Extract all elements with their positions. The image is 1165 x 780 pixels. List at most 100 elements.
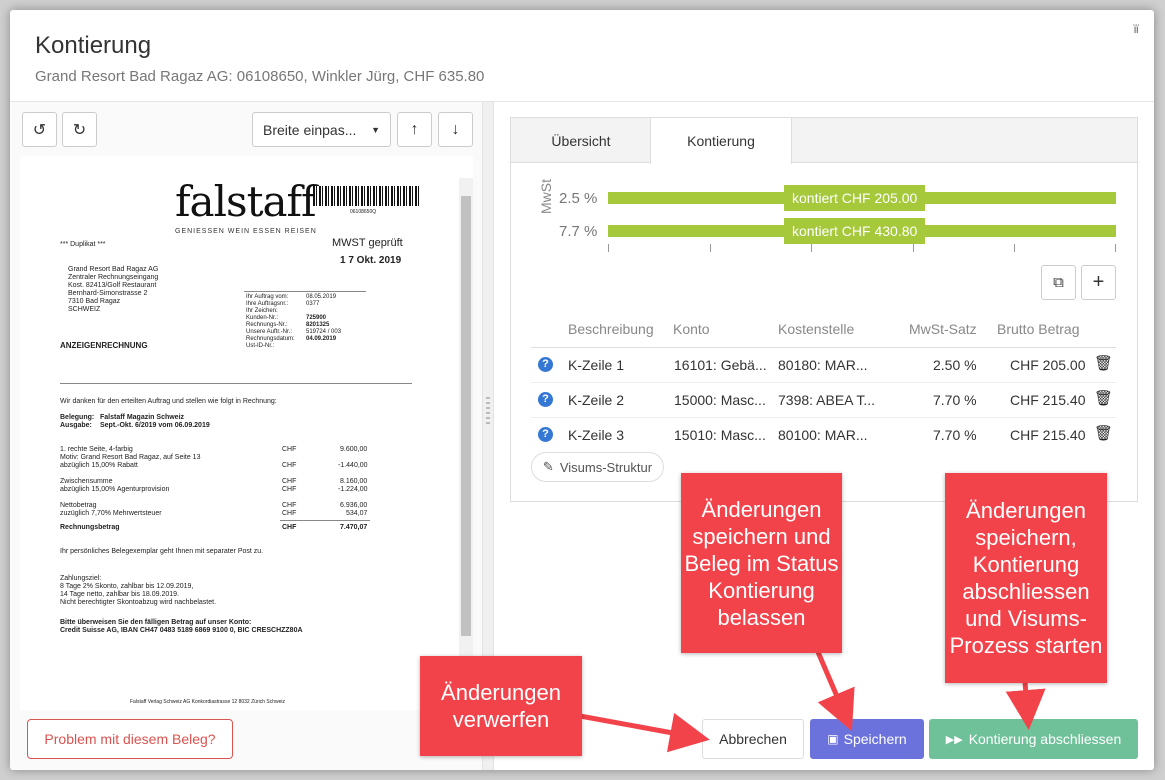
rotate-right-button[interactable]: ↻ — [62, 112, 97, 147]
meta-label: Rechnungs-Nr.: — [246, 322, 288, 328]
axis-tick — [1014, 244, 1015, 252]
page-title: Kontierung — [35, 32, 152, 59]
mwst-bar-label: kontiert CHF 205.00 — [784, 185, 926, 211]
tab-kontierung[interactable]: Kontierung — [650, 118, 792, 164]
question-icon[interactable]: ? — [538, 357, 553, 372]
add-line-button[interactable]: + — [1081, 265, 1116, 300]
thanks-text: Wir danken für den erteilten Auftrag und… — [60, 398, 277, 405]
logo-tagline: GENIESSEN WEIN ESSEN REISEN — [175, 228, 317, 235]
ausgabe-label: Ausgabe: — [60, 422, 92, 429]
item-line: 1. rechte Seite, 4-farbig — [60, 446, 133, 453]
barcode — [313, 186, 420, 206]
cell-konto[interactable]: 16101: Gebä... — [674, 357, 767, 373]
meta-value: 04.09.2019 — [306, 336, 337, 342]
col-beschreibung: Beschreibung — [568, 321, 654, 337]
question-icon[interactable]: ? — [538, 392, 553, 407]
table-row[interactable]: ? K-Zeile 1 16101: Gebä... 80180: MAR...… — [531, 348, 1116, 383]
currency: CHF — [282, 446, 297, 453]
meta-label: Ihre Auftragsnr.: — [246, 301, 289, 307]
stamp-date: 1 7 Okt. 2019 — [340, 255, 402, 266]
document-scrollbar[interactable] — [459, 178, 473, 710]
meta-label: Rechnungsdatum: — [246, 336, 295, 342]
kontierung-panel: Übersicht Kontierung MwSt 2.5 % 7.7 % ko… — [510, 117, 1138, 502]
currency: CHF — [282, 524, 297, 531]
ausgabe-value: Sept.-Okt. 6/2019 vom 06.09.2019 — [100, 422, 210, 429]
cancel-button[interactable]: Abbrechen — [702, 719, 804, 759]
meta-value: 0377 — [306, 301, 320, 307]
cell-desc: K-Zeile 1 — [568, 357, 625, 373]
mwst-bar-label: kontiert CHF 430.80 — [784, 218, 926, 244]
rotate-left-button[interactable]: ↺ — [22, 112, 57, 147]
cell-konto[interactable]: 15010: Masc... — [674, 427, 766, 443]
trash-icon[interactable]: 🗑 — [1094, 424, 1113, 442]
currency: CHF — [282, 462, 297, 469]
cell-kst[interactable]: 7398: ABEA T... — [778, 392, 875, 408]
address-line: 7310 Bad Ragaz — [68, 298, 121, 305]
currency: CHF — [282, 478, 297, 485]
item-line: Motiv: Grand Resort Bad Ragaz, auf Seite… — [60, 454, 201, 461]
cell-mwst: 7.70 % — [933, 392, 977, 408]
total-amount: 7.470,07 — [340, 524, 368, 531]
meta-label: Ihr Auftrag vom: — [246, 294, 289, 300]
payment-terms: Zahlungsziel: — [60, 575, 102, 582]
finish-kontierung-button[interactable]: ▶▶ Kontierung abschliessen — [929, 719, 1138, 759]
table-row[interactable]: ? K-Zeile 2 15000: Masc... 7398: ABEA T.… — [531, 383, 1116, 418]
address-line: Bernhard-Simonstrasse 2 — [68, 290, 148, 297]
item-line: abzüglich 15,00% Rabatt — [60, 462, 138, 469]
tab-uebersicht[interactable]: Übersicht — [511, 118, 651, 163]
trash-icon[interactable]: 🗑 — [1094, 389, 1113, 407]
col-mwst-satz: MwSt-Satz — [909, 321, 977, 337]
zoom-select[interactable]: Breite einpas... ▼ — [252, 112, 391, 147]
net-label: Nettobetrag — [60, 502, 97, 509]
cell-kst[interactable]: 80100: MAR... — [778, 427, 868, 443]
belegung-label: Belegung: — [60, 414, 95, 421]
edit-icon: ✎ — [542, 459, 554, 474]
axis-tick — [811, 244, 812, 252]
callout-finish: Änderungen speichern, Kontierung abschli… — [945, 473, 1107, 683]
cell-brutto: CHF 205.00 — [1010, 357, 1086, 373]
visum-structure-button[interactable]: ✎ Visums-Struktur — [531, 452, 664, 482]
amount: -1.224,00 — [338, 486, 368, 493]
save-button[interactable]: ▣ Speichern — [810, 719, 924, 759]
problem-button[interactable]: Problem mit diesem Beleg? — [27, 719, 233, 759]
cell-konto[interactable]: 15000: Masc... — [674, 392, 766, 408]
callout-save: Änderungen speichern und Beleg im Status… — [681, 473, 842, 653]
cell-desc: K-Zeile 3 — [568, 427, 625, 443]
modal-header: Kontierung Grand Resort Bad Ragaz AG: 06… — [10, 10, 1154, 102]
document-footer: Falstaff Verlag Schweiz AG Konkordiastra… — [130, 699, 285, 705]
currency: CHF — [282, 486, 297, 493]
address-line: Kost. 82413/Golf Restaurant — [68, 282, 157, 289]
scrollbar-thumb[interactable] — [461, 196, 471, 636]
copy-note: Ihr persönliches Belegexemplar geht Ihne… — [60, 548, 264, 555]
col-kostenstelle: Kostenstelle — [778, 321, 855, 337]
cell-brutto: CHF 215.40 — [1010, 427, 1086, 443]
page-subtitle: Grand Resort Bad Ragaz AG: 06108650, Win… — [35, 68, 485, 85]
amount: 534,07 — [346, 510, 368, 517]
amount: 8.160,00 — [340, 478, 368, 485]
resize-icon[interactable]: ïï — [1133, 22, 1139, 36]
cell-mwst: 2.50 % — [933, 357, 977, 373]
next-page-button[interactable]: ↓ — [438, 112, 473, 147]
axis-tick — [710, 244, 711, 252]
floppy-icon: ▣ — [827, 732, 839, 746]
stamp-mwst: MWST geprüft — [332, 237, 403, 249]
axis-tick — [1115, 244, 1116, 252]
belegung-value: Falstaff Magazin Schweiz — [100, 414, 185, 421]
cell-brutto: CHF 215.40 — [1010, 392, 1086, 408]
axis-tick — [608, 244, 609, 252]
meta-label: Ust-ID-Nr.: — [246, 343, 275, 349]
invoice-document: falstaff GENIESSEN WEIN ESSEN REISEN 061… — [20, 156, 473, 710]
copy-button[interactable]: ⧉ — [1041, 265, 1076, 300]
bank-info: Bitte überweisen Sie den fälligen Betrag… — [60, 619, 252, 626]
caret-down-icon: ▼ — [371, 124, 380, 135]
cell-kst[interactable]: 80180: MAR... — [778, 357, 868, 373]
cell-desc: K-Zeile 2 — [568, 392, 625, 408]
axis-tick — [913, 244, 914, 252]
table-row[interactable]: ? K-Zeile 3 15010: Masc... 80100: MAR...… — [531, 418, 1116, 453]
trash-icon[interactable]: 🗑 — [1094, 354, 1113, 372]
question-icon[interactable]: ? — [538, 427, 553, 442]
divider — [244, 291, 366, 292]
drag-handle-icon[interactable] — [486, 397, 490, 427]
meta-value: 519724 / 003 — [306, 329, 342, 335]
previous-page-button[interactable]: ↑ — [397, 112, 432, 147]
